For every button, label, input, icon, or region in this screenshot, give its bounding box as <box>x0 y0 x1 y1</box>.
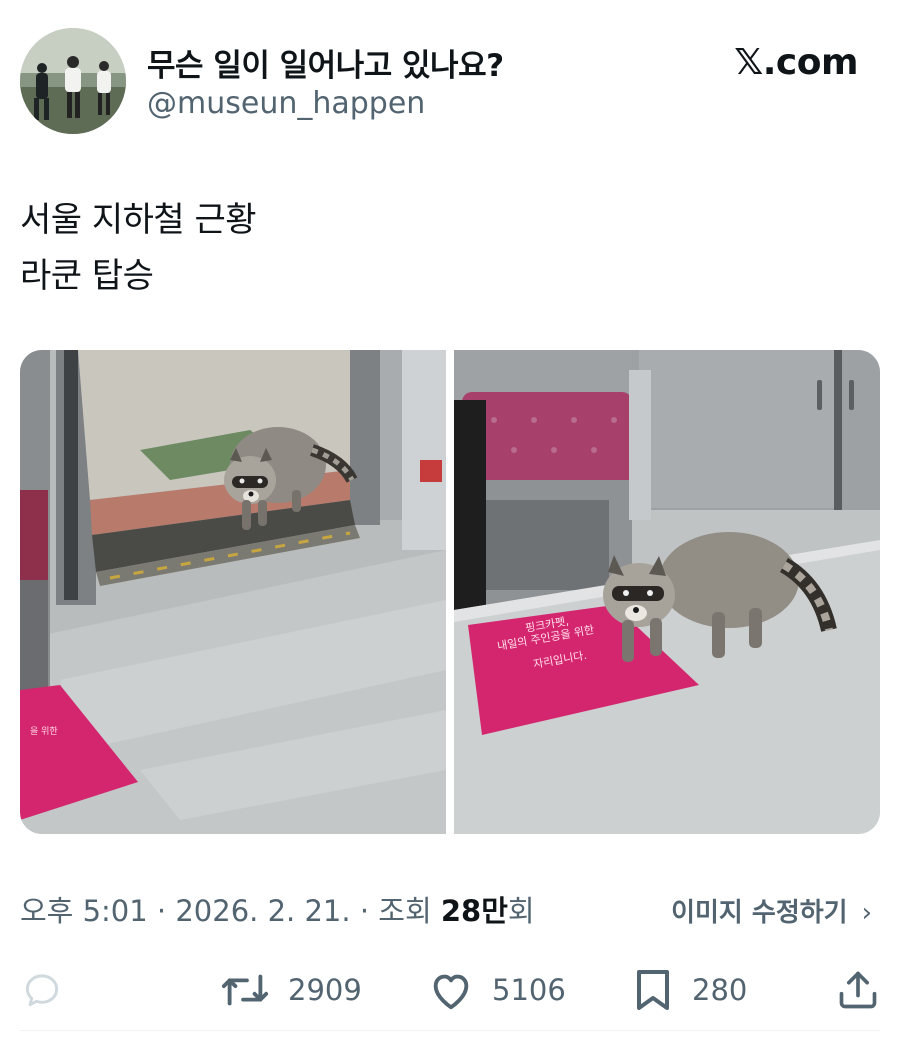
post-time[interactable]: 오후 5:01 <box>20 894 148 928</box>
views-suffix: 회 <box>507 894 535 928</box>
bookmark-icon <box>637 970 669 1010</box>
x-com-logo: 𝕏.com <box>734 42 858 83</box>
like-button[interactable]: 5106 <box>428 962 566 1018</box>
like-count: 5106 <box>492 973 566 1007</box>
edit-image-link[interactable]: 이미지 수정하기 › <box>671 892 872 929</box>
author-handle[interactable]: @museun_happen <box>147 86 425 121</box>
tweet-text: 서울 지하철 근황 라쿤 탑승 <box>20 192 257 304</box>
media-image-1[interactable]: 을 위한 <box>20 350 446 834</box>
reply-button[interactable] <box>20 962 64 1018</box>
tweet-text-line: 라쿤 탑승 <box>20 256 154 296</box>
repost-count: 2909 <box>288 973 362 1007</box>
avatar-photo <box>20 28 126 134</box>
author-display-name[interactable]: 무슨 일이 일어나고 있나요? <box>147 40 504 85</box>
chevron-right-icon: › <box>861 898 872 928</box>
media-grid: 을 위한 핑크카펫, 내일의 주인공을 위한 자리입니다. <box>20 350 880 834</box>
tweet-text-line: 서울 지하철 근황 <box>20 200 257 240</box>
heart-icon <box>433 974 469 1010</box>
raccoon-entering-subway-door: 을 위한 <box>20 350 446 834</box>
action-bar: 2909 5106 280 <box>20 962 880 1018</box>
tweet-header: 무슨 일이 일어나고 있나요? @museun_happen 𝕏.com <box>20 28 860 138</box>
mat-text: 을 위한 <box>30 726 58 737</box>
divider <box>20 1030 880 1031</box>
avatar[interactable] <box>20 28 126 134</box>
tweet-meta: 오후 5:01 · 2026. 2. 21. · 조회 28만회 이미지 수정하… <box>20 888 880 932</box>
meta-separator: · <box>156 894 176 928</box>
share-button[interactable] <box>836 962 880 1018</box>
post-date[interactable]: 2026. 2. 21. <box>175 894 350 928</box>
reply-icon <box>25 974 59 1007</box>
share-icon <box>839 971 877 1009</box>
repost-button[interactable]: 2909 <box>220 962 362 1018</box>
repost-icon <box>221 974 269 1006</box>
views-label: 조회 <box>378 894 432 928</box>
media-image-2[interactable]: 핑크카펫, 내일의 주인공을 위한 자리입니다. <box>454 350 880 834</box>
raccoon-on-pink-floor-mat: 핑크카펫, 내일의 주인공을 위한 자리입니다. <box>454 350 880 834</box>
edit-image-label: 이미지 수정하기 <box>671 898 848 928</box>
bookmark-count: 280 <box>692 973 748 1007</box>
views-count: 28만 <box>440 894 508 928</box>
bookmark-button[interactable]: 280 <box>632 962 747 1018</box>
meta-separator: · <box>359 894 379 928</box>
